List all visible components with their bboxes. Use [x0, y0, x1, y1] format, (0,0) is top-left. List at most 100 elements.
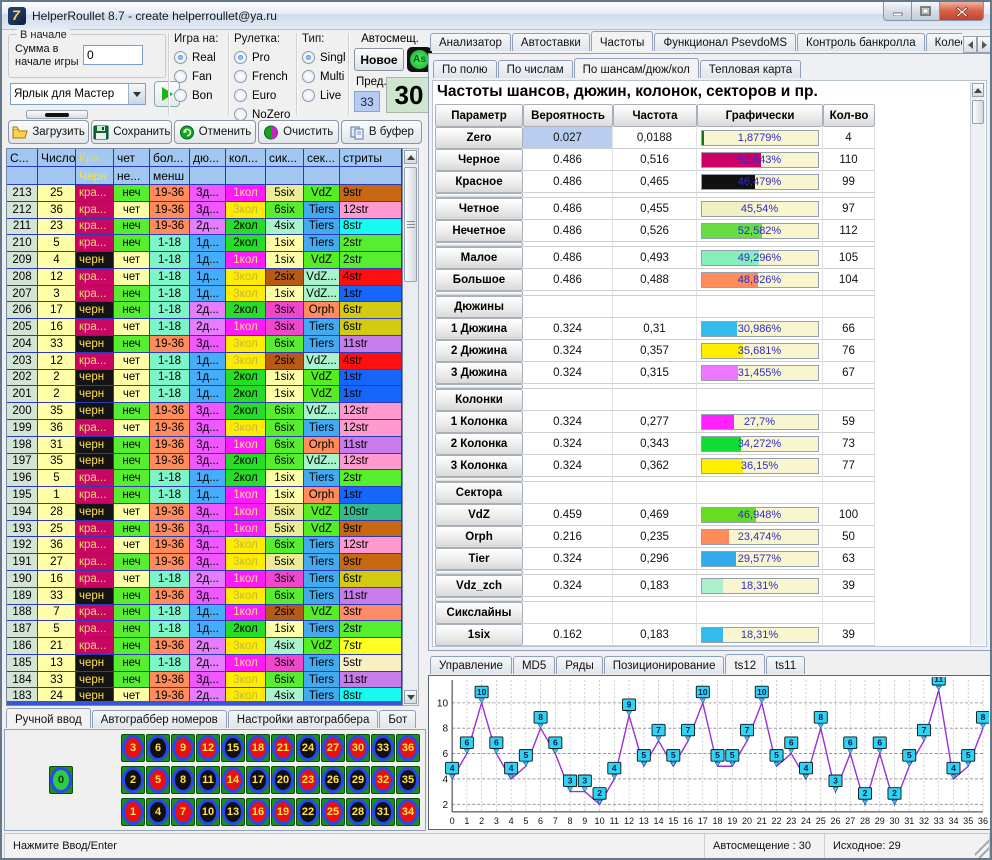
freq-param-button[interactable]: 1 Дюжина: [435, 318, 523, 340]
number-button-1[interactable]: 1: [121, 798, 145, 826]
undo-button[interactable]: Отменить: [174, 120, 255, 144]
radio-singl[interactable]: Singl: [302, 51, 346, 64]
chart-tab-ts12[interactable]: ts12: [725, 654, 765, 674]
frequency-table-scrollbar[interactable]: [970, 82, 985, 645]
number-button-29[interactable]: 29: [346, 766, 370, 794]
freq-param-button[interactable]: Колонки: [435, 389, 523, 411]
tab-scroll-left-button[interactable]: [963, 36, 977, 53]
number-button-26[interactable]: 26: [321, 766, 345, 794]
tab-колесо-рулет[interactable]: Колесо рулет: [926, 33, 962, 51]
number-button-32[interactable]: 32: [371, 766, 395, 794]
radio-french[interactable]: French: [234, 70, 290, 83]
freq-column-header[interactable]: Кол-во: [823, 104, 875, 127]
freq-param-button[interactable]: Сикслайны: [435, 602, 523, 624]
number-button-2[interactable]: 2: [121, 766, 145, 794]
number-button-23[interactable]: 23: [296, 766, 320, 794]
number-button-3[interactable]: 3: [121, 734, 145, 762]
table-row[interactable]: 21236кра...чет19-363д...3кол6sixTiers12s…: [7, 202, 402, 219]
table-row[interactable]: 18433черннеч19-363д...3кол6sixTiers11str: [7, 672, 402, 689]
chart-tab-md5[interactable]: MD5: [513, 656, 555, 674]
chart-tab-ряды[interactable]: Ряды: [556, 656, 603, 674]
table-row[interactable]: 19236кра...чет19-363д...3кол6sixTiers12s…: [7, 537, 402, 554]
number-button-35[interactable]: 35: [396, 766, 420, 794]
number-button-33[interactable]: 33: [371, 734, 395, 762]
table-row[interactable]: 18513черннеч1-182д...1кол3sixTiers5str: [7, 655, 402, 672]
freq-param-button[interactable]: Orph: [435, 526, 523, 548]
spin-table-scrollbar[interactable]: [403, 148, 419, 706]
number-button-19[interactable]: 19: [271, 798, 295, 826]
freq-param-button[interactable]: 1six: [435, 624, 523, 646]
scroll-up-button[interactable]: [972, 83, 984, 97]
column-header[interactable]: сик...: [266, 149, 304, 167]
maximize-button[interactable]: [912, 2, 940, 21]
table-row[interactable]: 1951кра...неч1-181д...1кол1sixOrph1str: [7, 487, 402, 504]
table-row[interactable]: 18933черннеч19-363д...3кол6sixTiers11str: [7, 588, 402, 605]
table-row[interactable]: 19016кра...чет1-182д...1кол3sixTiers6str: [7, 571, 402, 588]
load-button[interactable]: Загрузить: [8, 120, 89, 144]
scrollbar-thumb[interactable]: [972, 100, 984, 124]
table-row[interactable]: 20035черннеч19-363д...2кол6sixVdZ...12st…: [7, 403, 402, 420]
freq-column-header[interactable]: Графически: [697, 104, 823, 127]
column-header[interactable]: чет: [114, 149, 150, 167]
table-row[interactable]: 2012чернчет1-181д...2кол1sixVdZ1str: [7, 386, 402, 403]
column-header[interactable]: менш: [150, 167, 190, 185]
table-row[interactable]: 20433черннеч19-363д...3кол6sixTiers11str: [7, 336, 402, 353]
radio-pro[interactable]: Pro: [234, 51, 290, 64]
freq-param-button[interactable]: Черное: [435, 149, 523, 171]
column-header[interactable]: бол...: [150, 149, 190, 167]
freq-param-button[interactable]: Малое: [435, 247, 523, 269]
freq-param-button[interactable]: Красное: [435, 171, 523, 193]
freq-param-button[interactable]: Vdz_zch: [435, 575, 523, 597]
column-header[interactable]: не...: [114, 167, 150, 185]
tab-контроль-банкролла[interactable]: Контроль банкролла: [797, 33, 925, 51]
number-button-34[interactable]: 34: [396, 798, 420, 826]
table-row[interactable]: 19831черннеч19-363д...1кол6sixOrph11str: [7, 437, 402, 454]
column-header[interactable]: Число: [38, 149, 76, 167]
number-button-5[interactable]: 5: [146, 766, 170, 794]
number-button-13[interactable]: 13: [221, 798, 245, 826]
scrollbar-thumb[interactable]: [404, 167, 417, 282]
save-button[interactable]: Сохранить: [91, 120, 172, 144]
freq-param-button[interactable]: Большое: [435, 269, 523, 291]
scroll-up-button[interactable]: [404, 150, 417, 164]
freq-param-button[interactable]: Дюжины: [435, 296, 523, 318]
input-tab-автограббер-номеров[interactable]: Автограббер номеров: [92, 710, 227, 728]
table-row[interactable]: 21123кра...неч19-362д...2кол4sixTiers8st…: [7, 219, 402, 236]
table-row[interactable]: 2073кра...неч1-181д...3кол1sixVdZ...1str: [7, 286, 402, 303]
column-header[interactable]: сек...: [304, 149, 340, 167]
radio-fan[interactable]: Fan: [174, 70, 218, 83]
number-button-4[interactable]: 4: [146, 798, 170, 826]
table-row[interactable]: 20812кра...чет1-181д...3кол2sixVdZ...4st…: [7, 269, 402, 286]
column-header[interactable]: [304, 167, 340, 185]
subtab-по-числам[interactable]: По числам: [498, 60, 573, 78]
subtab-по-шансам-дюж-кол[interactable]: По шансам/дюж/кол: [574, 58, 699, 78]
column-header[interactable]: Черн: [76, 167, 114, 185]
number-button-7[interactable]: 7: [171, 798, 195, 826]
column-header[interactable]: [340, 167, 402, 185]
column-header[interactable]: [7, 167, 38, 185]
new-button[interactable]: Новое: [354, 48, 404, 71]
freq-param-button[interactable]: Tier: [435, 548, 523, 570]
table-row[interactable]: 19325кра...неч19-363д...1кол5sixVdZ9str: [7, 521, 402, 538]
combobox-dropdown-button[interactable]: [128, 84, 145, 104]
column-header[interactable]: стриты: [340, 149, 402, 167]
number-button-10[interactable]: 10: [196, 798, 220, 826]
input-tab-бот[interactable]: Бот: [379, 710, 416, 728]
copy-to-clipboard-button[interactable]: В буфер: [341, 120, 422, 144]
number-button-12[interactable]: 12: [196, 734, 220, 762]
tab-функционал-psevdoms[interactable]: Функционал PsevdoMS: [654, 33, 796, 51]
preset-combobox[interactable]: Ярлык для Мастер: [10, 83, 146, 105]
resize-grip[interactable]: [975, 834, 989, 858]
tab-scroll-right-button[interactable]: [977, 36, 991, 53]
number-button-17[interactable]: 17: [246, 766, 270, 794]
column-header[interactable]: [38, 167, 76, 185]
input-tab-ручной-ввод[interactable]: Ручной ввод: [6, 708, 91, 728]
freq-param-button[interactable]: 3 Колонка: [435, 455, 523, 477]
freq-param-button[interactable]: VdZ: [435, 504, 523, 526]
table-row[interactable]: 19936кра...чет19-363д...3кол6sixTiers12s…: [7, 420, 402, 437]
table-row[interactable]: 2022чернчет1-181д...2кол1sixVdZ1str: [7, 370, 402, 387]
number-button-31[interactable]: 31: [371, 798, 395, 826]
number-button-25[interactable]: 25: [321, 798, 345, 826]
tab-автоставки[interactable]: Автоставки: [512, 33, 590, 51]
number-button-14[interactable]: 14: [221, 766, 245, 794]
